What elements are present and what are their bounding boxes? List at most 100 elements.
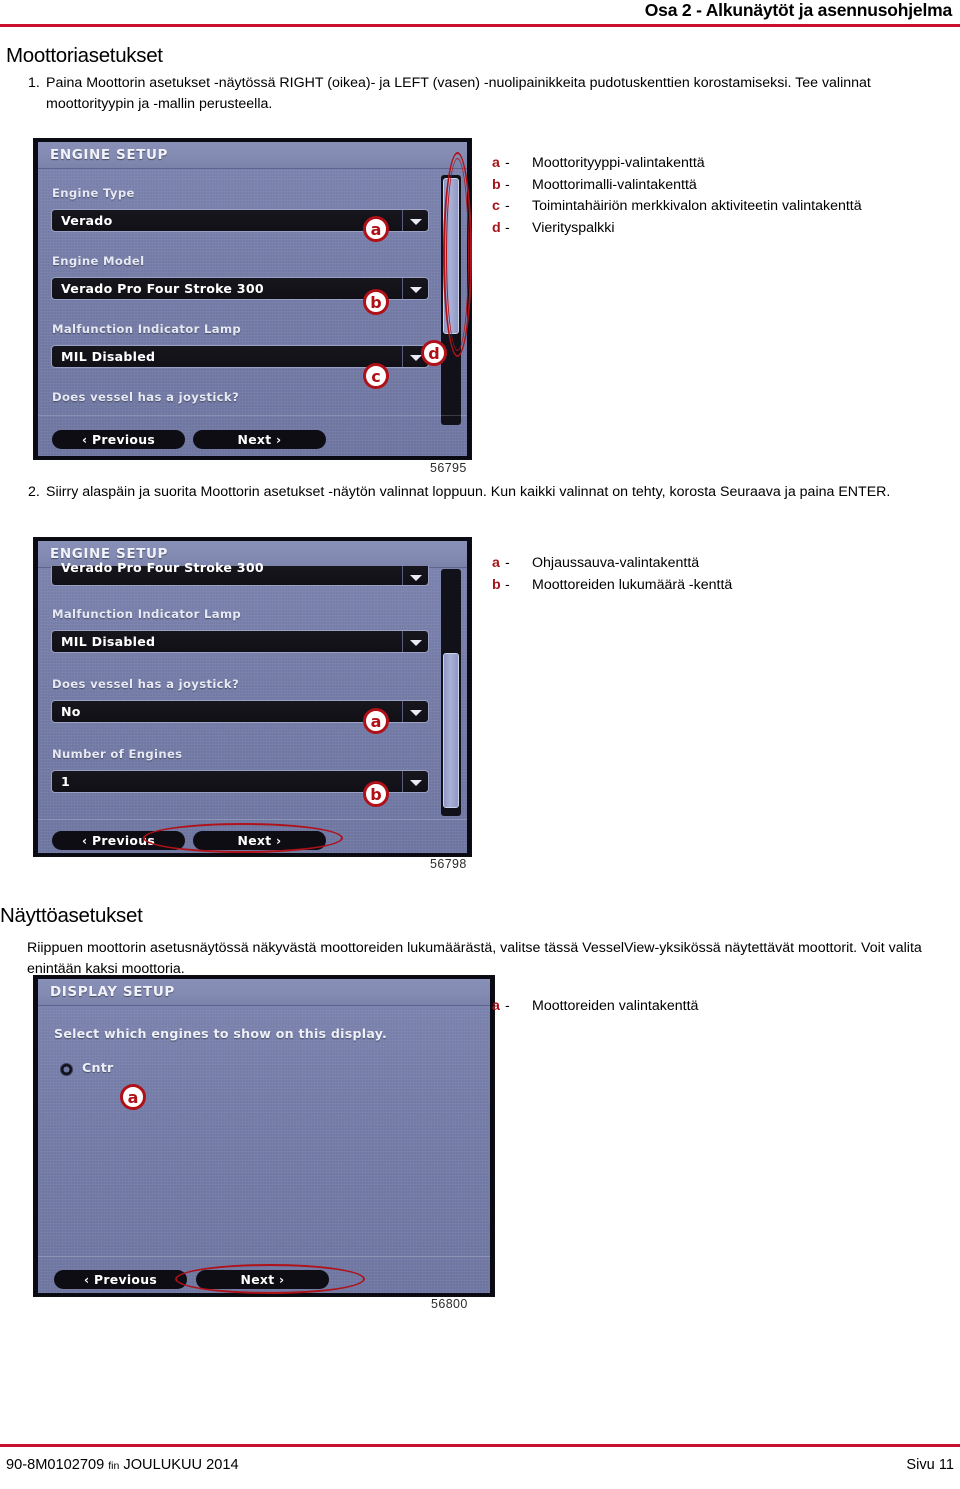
section-heading-engine-settings: Moottoriasetukset [6,44,163,67]
footer-page-number: 11 [938,1457,954,1473]
next-button[interactable]: Next › [193,430,326,449]
screen-surface: ENGINE SETUP Verado Pro Four Stroke 300 … [38,541,467,853]
legend-label: Moottorimalli-valintakenttä [532,176,697,193]
legend-dash: - [505,155,510,171]
dropdown-engine-type-value: Verado [61,213,113,228]
chevron-down-icon[interactable] [402,210,428,231]
figure-number-1: 56795 [430,461,467,475]
footer-divider [38,415,467,416]
chevron-down-icon[interactable] [402,771,428,792]
legend-label: Moottoreiden valintakenttä [532,998,699,1014]
label-joystick: Does vessel has a joystick? [52,677,240,691]
dropdown-mil-value: MIL Disabled [61,634,156,649]
callout-a-fig3: a [120,1084,146,1110]
screen-surface: DISPLAY SETUP Select which engines to sh… [38,979,490,1293]
chevron-down-icon[interactable] [402,701,428,722]
dropdown-engine-model-value: Verado Pro Four Stroke 300 [61,281,264,296]
legend-figure-3: a - Moottoreiden valintakenttä [492,996,922,1018]
dropdown-mil[interactable]: MIL Disabled [51,630,429,653]
legend-label: Toimintahäiriön merkkivalon aktiviteetin… [532,198,862,214]
chevron-down-icon[interactable] [402,278,428,299]
radio-cntr-label: Cntr [82,1060,114,1075]
figure-number-3: 56800 [431,1297,468,1311]
footer-divider [38,819,467,820]
legend-key: b [492,576,501,593]
legend-dash: - [505,576,510,593]
legend-key: c [492,198,500,214]
callout-d-fig1: d [421,340,447,366]
highlight-next-button-fig2 [143,823,343,853]
dropdown-mil-value: MIL Disabled [61,349,156,364]
label-mil: Malfunction Indicator Lamp [52,322,242,336]
figure-number-2: 56798 [430,857,467,871]
screenshot-engine-setup-1: ENGINE SETUP Engine Type Verado Engine M… [33,138,472,460]
legend-key: a [492,155,500,171]
screen-title: ENGINE SETUP [50,147,169,163]
legend-row: d - Vierityspalkki [492,218,932,240]
screenshot-display-setup: DISPLAY SETUP Select which engines to sh… [33,975,495,1297]
label-engine-type: Engine Type [52,186,135,200]
header-rule [0,24,960,27]
screenshot-engine-setup-2: ENGINE SETUP Verado Pro Four Stroke 300 … [33,537,472,857]
section-heading-display-settings: Näyttöasetukset [0,904,143,927]
radio-cntr[interactable] [60,1063,73,1076]
step-1-number: 1. [28,75,40,91]
footer-page-label: Sivu [906,1457,935,1473]
step-1: 1. Paina Moottorin asetukset -näytössä R… [6,73,926,115]
previous-button[interactable]: ‹ Previous [54,1270,187,1289]
callout-a-fig2: a [363,708,389,734]
footer-year: 2014 [206,1457,239,1473]
footer-month: JOULUKUU [123,1457,203,1473]
page-header: Osa 2 - Alkunäytöt ja asennusohjelma [0,0,960,26]
display-settings-body: Riippuen moottorin asetusnäytössä näkyvä… [27,940,922,977]
legend-key: a [492,555,500,571]
chevron-down-icon[interactable] [402,566,428,585]
footer-right: Sivu 11 [906,1457,954,1473]
label-joystick-question: Does vessel has a joystick? [52,390,240,404]
header-title: Osa 2 - Alkunäytöt ja asennusohjelma [644,0,952,20]
footer-language: fin [108,1460,120,1472]
scrollbar-thumb[interactable] [443,653,459,808]
screen-titlebar: ENGINE SETUP [38,142,467,169]
screen-surface: ENGINE SETUP Engine Type Verado Engine M… [38,142,467,456]
callout-b-fig1: b [363,289,389,315]
screen-title: DISPLAY SETUP [50,984,175,1000]
callout-a-fig1: a [363,216,389,242]
legend-figure-1: a - Moottorityyppi-valintakenttä b - Moo… [492,153,932,239]
legend-label: Moottoreiden lukumäärä -kenttä [532,576,733,593]
legend-key: b [492,176,501,193]
step-2-number: 2. [28,484,40,500]
screen-titlebar: DISPLAY SETUP [38,979,490,1006]
step-1-text: Paina Moottorin asetukset -näytössä RIGH… [46,75,871,112]
label-engine-model: Engine Model [52,254,145,268]
previous-button[interactable]: ‹ Previous [52,430,185,449]
dropdown-engine-model-partial-value: Verado Pro Four Stroke 300 [61,560,264,575]
highlight-next-button-fig3 [175,1264,365,1294]
legend-row: a - Ohjaussauva-valintakenttä [492,553,922,575]
dropdown-joystick-value: No [61,704,81,719]
dropdown-number-of-engines-value: 1 [61,774,71,789]
display-setup-prompt: Select which engines to show on this dis… [54,1026,388,1041]
legend-row: a - Moottoreiden valintakenttä [492,996,922,1018]
legend-label: Ohjaussauva-valintakenttä [532,555,700,571]
label-number-of-engines: Number of Engines [52,747,183,761]
legend-key: a [492,998,500,1014]
chevron-down-icon[interactable] [402,631,428,652]
legend-dash: - [505,198,510,214]
footer-divider [38,1256,490,1257]
dropdown-engine-model-partial[interactable]: Verado Pro Four Stroke 300 [51,560,429,586]
legend-row: c - Toimintahäiriön merkkivalon aktivite… [492,196,932,218]
callout-c-fig1: c [363,363,389,389]
step-2-text: Siirry alaspäin ja suorita Moottorin ase… [46,484,891,500]
label-mil: Malfunction Indicator Lamp [52,607,242,621]
legend-row: a - Moottorityyppi-valintakenttä [492,153,932,175]
legend-row: b - Moottorimalli-valintakenttä [492,175,932,197]
footer-doc-number: 90-8M0102709 [6,1457,105,1473]
legend-label: Moottorityyppi-valintakenttä [532,155,705,171]
footer-left: 90-8M0102709 fin JOULUKUU 2014 [6,1457,239,1473]
legend-figure-2: a - Ohjaussauva-valintakenttä b - Mootto… [492,553,922,596]
legend-dash: - [505,555,510,571]
legend-key: d [492,219,501,236]
highlight-scrollbar-inner [446,158,469,351]
callout-b-fig2: b [363,781,389,807]
